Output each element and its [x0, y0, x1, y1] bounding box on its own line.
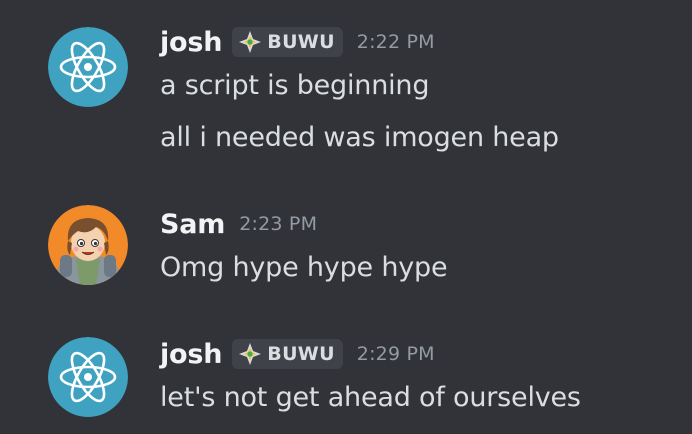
message-text: a script is beginning	[160, 70, 430, 101]
message-header: josh BUWU 2:22 PM	[160, 25, 435, 59]
server-tag[interactable]: BUWU	[232, 339, 343, 369]
server-tag-label: BUWU	[267, 31, 335, 53]
avatar[interactable]	[48, 205, 128, 285]
sparkle-diamond-icon	[239, 343, 262, 365]
timestamp[interactable]: 2:22 PM	[357, 31, 435, 53]
message-header: josh BUWU 2:29 PM	[160, 337, 435, 371]
timestamp[interactable]: 2:29 PM	[357, 343, 435, 365]
avatar[interactable]	[48, 337, 128, 417]
username[interactable]: Sam	[160, 209, 225, 240]
message-text: Omg hype hype hype	[160, 252, 448, 283]
avatar[interactable]	[48, 27, 128, 107]
atom-icon	[48, 337, 128, 417]
message-header: Sam 2:23 PM	[160, 207, 317, 241]
username[interactable]: josh	[160, 27, 222, 58]
sparkle-diamond-icon	[239, 31, 262, 53]
message-text: let's not get ahead of ourselves	[160, 382, 581, 413]
username[interactable]: josh	[160, 339, 222, 370]
timestamp[interactable]: 2:23 PM	[239, 213, 317, 235]
message-text: all i needed was imogen heap	[160, 122, 559, 153]
chat-message-list: josh BUWU 2:22 PM a script is beginning …	[0, 0, 692, 434]
atom-icon	[48, 27, 128, 107]
cartoon-character-icon	[48, 205, 128, 285]
server-tag-label: BUWU	[267, 343, 335, 365]
server-tag[interactable]: BUWU	[232, 27, 343, 57]
